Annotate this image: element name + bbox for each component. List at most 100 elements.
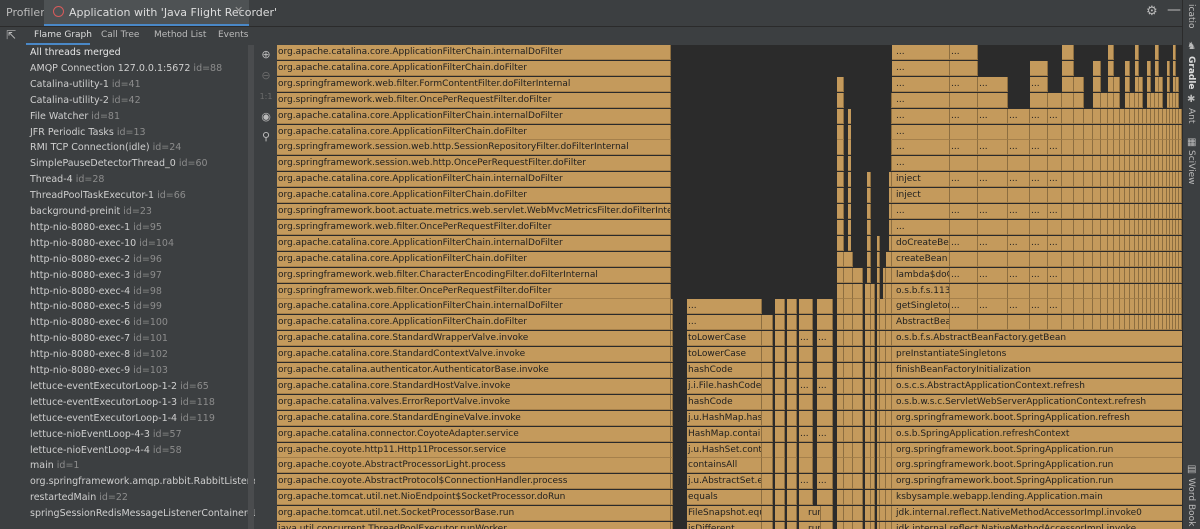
flame-frame[interactable] <box>837 124 844 140</box>
flame-frame[interactable] <box>1062 124 1074 140</box>
flame-frame[interactable] <box>837 219 844 235</box>
flame-frame[interactable] <box>848 458 853 474</box>
flame-frame[interactable] <box>1062 283 1074 299</box>
flame-frame[interactable] <box>883 378 886 394</box>
flame-frame[interactable] <box>1179 188 1182 204</box>
thread-item[interactable]: Catalina-utility-1 id=41 <box>30 79 141 95</box>
flame-frame[interactable]: org.apache.catalina.core.StandardHostVal… <box>277 378 671 394</box>
flame-frame[interactable]: ... <box>1030 172 1048 188</box>
flame-frame[interactable] <box>762 474 773 490</box>
thread-item[interactable]: lettuce-nioEventLoop-4-4 id=58 <box>30 445 182 461</box>
flame-frame[interactable] <box>950 315 978 331</box>
flame-frame[interactable]: org.apache.catalina.core.StandardWrapper… <box>277 331 671 347</box>
flame-frame[interactable] <box>817 394 833 410</box>
flame-frame[interactable] <box>978 188 1008 204</box>
flame-frame[interactable]: org.apache.catalina.authenticator.Authen… <box>277 363 671 378</box>
flame-frame[interactable] <box>775 490 785 506</box>
flame-frame[interactable]: run <box>807 506 821 522</box>
flame-frame[interactable] <box>1101 299 1108 315</box>
flame-frame[interactable] <box>775 506 785 522</box>
flame-frame[interactable] <box>799 347 813 363</box>
flame-frame[interactable] <box>1167 60 1170 76</box>
flame-frame[interactable] <box>1030 219 1048 235</box>
flame-frame[interactable] <box>867 458 871 474</box>
flame-frame[interactable] <box>817 442 833 458</box>
flame-frame[interactable] <box>848 522 853 529</box>
flame-frame[interactable]: org.apache.catalina.core.ApplicationFilt… <box>277 188 671 204</box>
flame-frame[interactable] <box>1048 251 1062 267</box>
flame-frame[interactable] <box>877 522 880 529</box>
flame-frame[interactable] <box>837 394 844 410</box>
flame-frame[interactable] <box>1173 60 1176 76</box>
flame-frame[interactable]: ... <box>1030 235 1048 251</box>
flame-frame[interactable] <box>867 394 871 410</box>
flame-frame[interactable]: doCreateBean <box>895 235 950 251</box>
flame-frame[interactable] <box>867 426 871 442</box>
flame-frame[interactable] <box>762 442 773 458</box>
flame-frame[interactable] <box>837 140 844 156</box>
flame-frame[interactable] <box>1101 92 1108 108</box>
flame-frame[interactable] <box>1062 156 1074 172</box>
flame-frame[interactable] <box>775 410 785 426</box>
tab-flame-graph[interactable]: Flame Graph <box>34 30 92 40</box>
flame-frame[interactable] <box>867 363 871 378</box>
flame-frame[interactable] <box>1108 60 1114 76</box>
flame-frame[interactable] <box>1074 108 1084 124</box>
flame-frame[interactable] <box>877 235 880 251</box>
flame-frame[interactable] <box>787 442 797 458</box>
flame-frame[interactable] <box>1062 251 1074 267</box>
flame-frame[interactable] <box>848 267 853 283</box>
flame-frame[interactable] <box>1125 60 1130 76</box>
flame-frame[interactable] <box>877 410 880 426</box>
flame-frame[interactable] <box>1074 172 1084 188</box>
flame-frame[interactable] <box>837 76 844 92</box>
flame-frame[interactable] <box>787 426 797 442</box>
flame-frame[interactable]: j.u.AbstractSet.equals <box>687 474 762 490</box>
flame-frame[interactable] <box>867 299 871 315</box>
flame-frame[interactable] <box>1084 267 1093 283</box>
flame-frame[interactable] <box>1093 172 1101 188</box>
flame-frame[interactable] <box>671 474 673 490</box>
flame-frame[interactable]: hashCode <box>687 394 762 410</box>
flame-frame[interactable] <box>1084 251 1093 267</box>
flame-frame[interactable] <box>787 474 797 490</box>
flame-frame[interactable] <box>787 458 797 474</box>
flame-frame[interactable] <box>867 283 871 299</box>
flame-frame[interactable]: ... <box>1008 204 1030 219</box>
flame-frame[interactable] <box>799 299 813 315</box>
thread-item[interactable]: lettuce-nioEventLoop-4-3 id=57 <box>30 429 182 445</box>
flame-frame[interactable] <box>950 60 978 76</box>
flame-frame[interactable] <box>817 363 833 378</box>
flame-frame[interactable] <box>671 442 673 458</box>
flame-frame[interactable] <box>837 378 844 394</box>
flame-frame[interactable] <box>867 251 871 267</box>
flame-frame[interactable] <box>1179 267 1182 283</box>
flame-frame[interactable] <box>1159 92 1163 108</box>
flame-frame[interactable] <box>1074 219 1084 235</box>
flame-frame[interactable] <box>877 331 880 347</box>
flame-frame[interactable] <box>1030 283 1048 299</box>
flame-frame[interactable] <box>787 490 797 506</box>
flame-frame[interactable] <box>1093 92 1101 108</box>
flame-frame[interactable] <box>1179 315 1182 331</box>
flame-frame[interactable] <box>877 426 880 442</box>
flame-frame[interactable] <box>837 331 844 347</box>
flame-frame[interactable] <box>787 394 797 410</box>
flame-frame[interactable] <box>1074 315 1084 331</box>
flame-frame[interactable]: org.apache.tomcat.util.net.NioEndpoint$S… <box>277 490 671 506</box>
flame-frame[interactable] <box>775 299 785 315</box>
flame-frame[interactable] <box>1084 299 1093 315</box>
flame-frame[interactable] <box>762 522 773 529</box>
flame-frame[interactable] <box>877 267 880 283</box>
flame-frame[interactable]: o.s.c.s.AbstractApplicationContext.refre… <box>895 378 1182 394</box>
flame-frame[interactable] <box>1074 235 1084 251</box>
flame-frame[interactable] <box>848 331 853 347</box>
flame-frame[interactable] <box>837 188 844 204</box>
flame-frame[interactable]: toLowerCase <box>687 347 762 363</box>
flame-frame[interactable] <box>1114 92 1120 108</box>
flame-frame[interactable]: org.springframework.boot.SpringApplicati… <box>895 474 1182 490</box>
flame-frame[interactable]: finishBeanFactoryInitialization <box>895 363 1182 378</box>
tool-window-word-book[interactable]: Word Book <box>1186 478 1196 526</box>
flame-frame[interactable] <box>1101 267 1108 283</box>
flame-frame[interactable] <box>978 156 1008 172</box>
